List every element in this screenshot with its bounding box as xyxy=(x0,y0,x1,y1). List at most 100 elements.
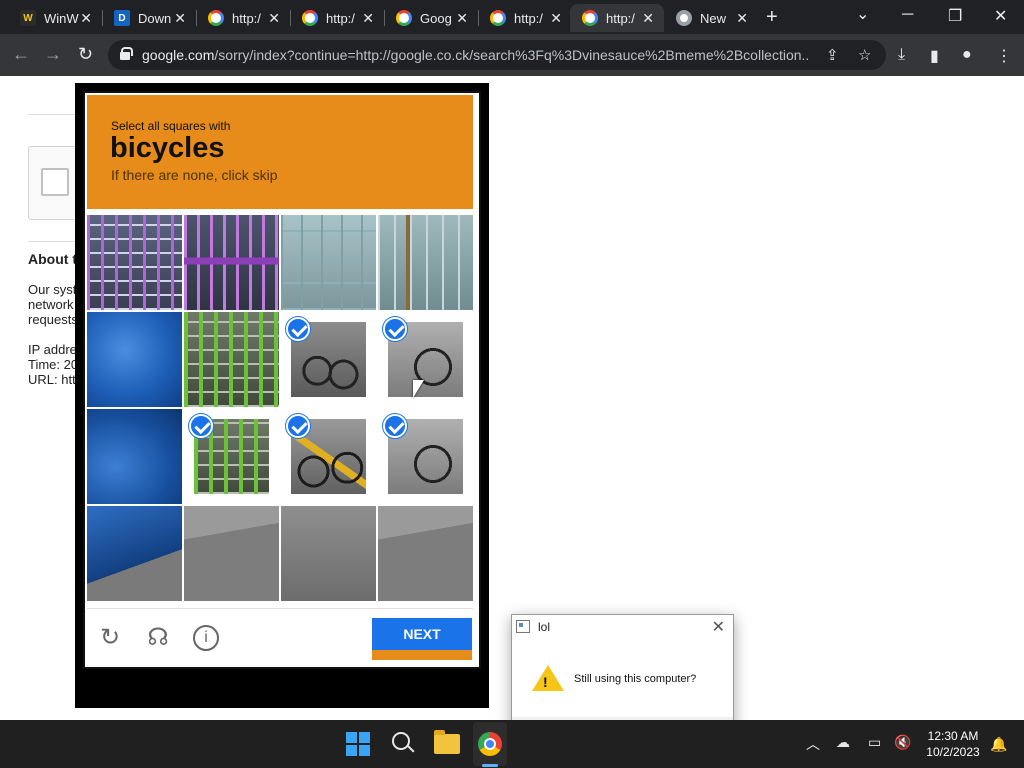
captcha-skip-hint: If there are none, click skip xyxy=(111,167,278,183)
close-icon[interactable]: ✕ xyxy=(550,10,562,27)
google-icon xyxy=(396,10,412,26)
captcha-tile-15[interactable] xyxy=(281,506,376,601)
tab-title: http:/ xyxy=(606,10,635,26)
tab-title: Down xyxy=(138,10,172,26)
volume-muted-icon[interactable]: 🔇 xyxy=(894,734,911,751)
time-line: Time: 20 xyxy=(28,357,79,372)
minimize-icon[interactable]: ─ xyxy=(902,6,913,24)
checkmark-icon xyxy=(383,414,407,438)
browser-toolbar: ← → ↻ google.com/sorry/index?continue=ht… xyxy=(0,34,1024,76)
onedrive-icon[interactable]: ☁ xyxy=(836,734,850,751)
dialog-titlebar[interactable]: lol ✕ xyxy=(512,615,733,639)
captcha-tile-5[interactable] xyxy=(87,312,182,407)
download-icon[interactable]: ⤓ xyxy=(898,46,905,64)
clock-time: 12:30 AM xyxy=(927,729,979,743)
tab-title: http:/ xyxy=(232,10,261,26)
windows-start-icon[interactable] xyxy=(346,732,370,756)
close-icon[interactable]: ✕ xyxy=(712,617,725,637)
captcha-tile-7-selected[interactable] xyxy=(281,312,376,407)
google-icon xyxy=(582,10,598,26)
tile-image xyxy=(87,506,182,601)
dialog-body: ! Still using this computer? xyxy=(512,639,733,717)
close-icon[interactable]: ✕ xyxy=(80,10,92,27)
captcha-instruction: Select all squares with xyxy=(111,119,231,133)
url-text[interactable]: google.com/sorry/index?continue=http://g… xyxy=(142,47,810,63)
menu-kebab-icon[interactable]: ⋮ xyxy=(996,46,1012,66)
close-icon[interactable]: ✕ xyxy=(456,10,468,27)
active-indicator xyxy=(482,764,498,767)
notification-bell-icon[interactable]: 🔔 xyxy=(990,736,1007,753)
captcha-tile-16[interactable] xyxy=(378,506,473,601)
chrome-icon[interactable] xyxy=(478,732,502,756)
info-icon[interactable]: i xyxy=(193,625,219,651)
recaptcha-checkbox[interactable] xyxy=(41,168,69,196)
w-icon: W xyxy=(20,10,36,26)
warning-exclamation: ! xyxy=(543,674,548,690)
captcha-tile-1[interactable] xyxy=(87,215,182,310)
tile-image xyxy=(184,312,279,407)
new-tab-plus-icon[interactable]: + xyxy=(766,6,778,29)
tab-title: Goog xyxy=(420,10,452,26)
chrome-icon xyxy=(676,10,692,26)
close-icon[interactable]: ✕ xyxy=(268,10,280,27)
page-text-line: requests xyxy=(28,312,78,327)
google-icon xyxy=(302,10,318,26)
restore-icon[interactable]: ❐ xyxy=(948,6,962,26)
captcha-tile-14[interactable] xyxy=(184,506,279,601)
reload-icon[interactable]: ↻ xyxy=(97,625,123,651)
captcha-tile-2[interactable] xyxy=(184,215,279,310)
warning-icon xyxy=(532,665,564,691)
close-icon[interactable]: ✕ xyxy=(362,10,374,27)
profile-icon[interactable]: ● xyxy=(962,46,972,64)
share-icon[interactable]: ⇪ xyxy=(826,46,839,64)
next-button[interactable]: NEXT xyxy=(372,618,472,660)
show-hidden-icons-chevron-icon[interactable]: ︿ xyxy=(806,734,820,754)
captcha-tile-6[interactable] xyxy=(184,312,279,407)
address-bar[interactable]: google.com/sorry/index?continue=http://g… xyxy=(108,40,886,70)
tile-image xyxy=(281,506,376,601)
network-icon[interactable]: ▭ xyxy=(868,734,881,751)
checkmark-icon xyxy=(286,414,310,438)
page-text-line: network xyxy=(28,297,74,312)
page-text-line: Our syst xyxy=(28,282,77,297)
google-icon xyxy=(490,10,506,26)
close-icon[interactable]: ✕ xyxy=(174,10,186,27)
captcha-tile-9[interactable] xyxy=(87,409,182,504)
file-explorer-icon[interactable] xyxy=(434,730,460,754)
search-icon[interactable] xyxy=(392,732,410,750)
clock[interactable]: 12:30 AM 10/2/2023 xyxy=(918,728,988,760)
captcha-tile-8-selected[interactable] xyxy=(378,312,473,407)
tab-5[interactable]: http:/ ✕ xyxy=(478,4,572,32)
reload-icon[interactable]: ↻ xyxy=(78,44,93,65)
captcha-tile-4[interactable] xyxy=(378,215,473,310)
lock-icon xyxy=(120,47,133,60)
tile-image xyxy=(184,506,279,601)
captcha-tile-12-selected[interactable] xyxy=(378,409,473,504)
close-icon[interactable]: ✕ xyxy=(642,10,654,27)
tab-6-active[interactable]: http:/ ✕ xyxy=(570,4,664,32)
headphones-icon[interactable]: ☊ xyxy=(145,625,171,651)
tab-2[interactable]: http:/ ✕ xyxy=(196,4,290,32)
tile-image xyxy=(87,215,182,310)
side-panel-icon[interactable]: ▮ xyxy=(930,46,939,66)
tab-0[interactable]: W WinW ✕ xyxy=(8,4,102,32)
tab-7[interactable]: New ✕ xyxy=(664,4,758,32)
close-icon[interactable]: ✕ xyxy=(736,10,748,27)
tab-title: http:/ xyxy=(326,10,355,26)
tab-4[interactable]: Goog ✕ xyxy=(384,4,478,32)
back-arrow-icon[interactable]: ← xyxy=(12,44,30,65)
mouse-cursor-icon xyxy=(413,380,424,398)
tab-1[interactable]: D Down ✕ xyxy=(102,4,196,32)
google-icon xyxy=(208,10,224,26)
tab-search-chevron-icon[interactable]: ⌄ xyxy=(856,4,869,24)
captcha-tile-3[interactable] xyxy=(281,215,376,310)
captcha-tile-10-selected[interactable] xyxy=(184,409,279,504)
clock-date: 10/2/2023 xyxy=(926,745,980,759)
forward-arrow-icon[interactable]: → xyxy=(44,44,62,65)
tile-image xyxy=(281,215,376,310)
captcha-tile-13[interactable] xyxy=(87,506,182,601)
tab-3[interactable]: http:/ ✕ xyxy=(290,4,384,32)
window-close-icon[interactable]: ✕ xyxy=(994,6,1007,26)
bookmark-star-icon[interactable]: ☆ xyxy=(858,46,871,64)
captcha-tile-11-selected[interactable] xyxy=(281,409,376,504)
